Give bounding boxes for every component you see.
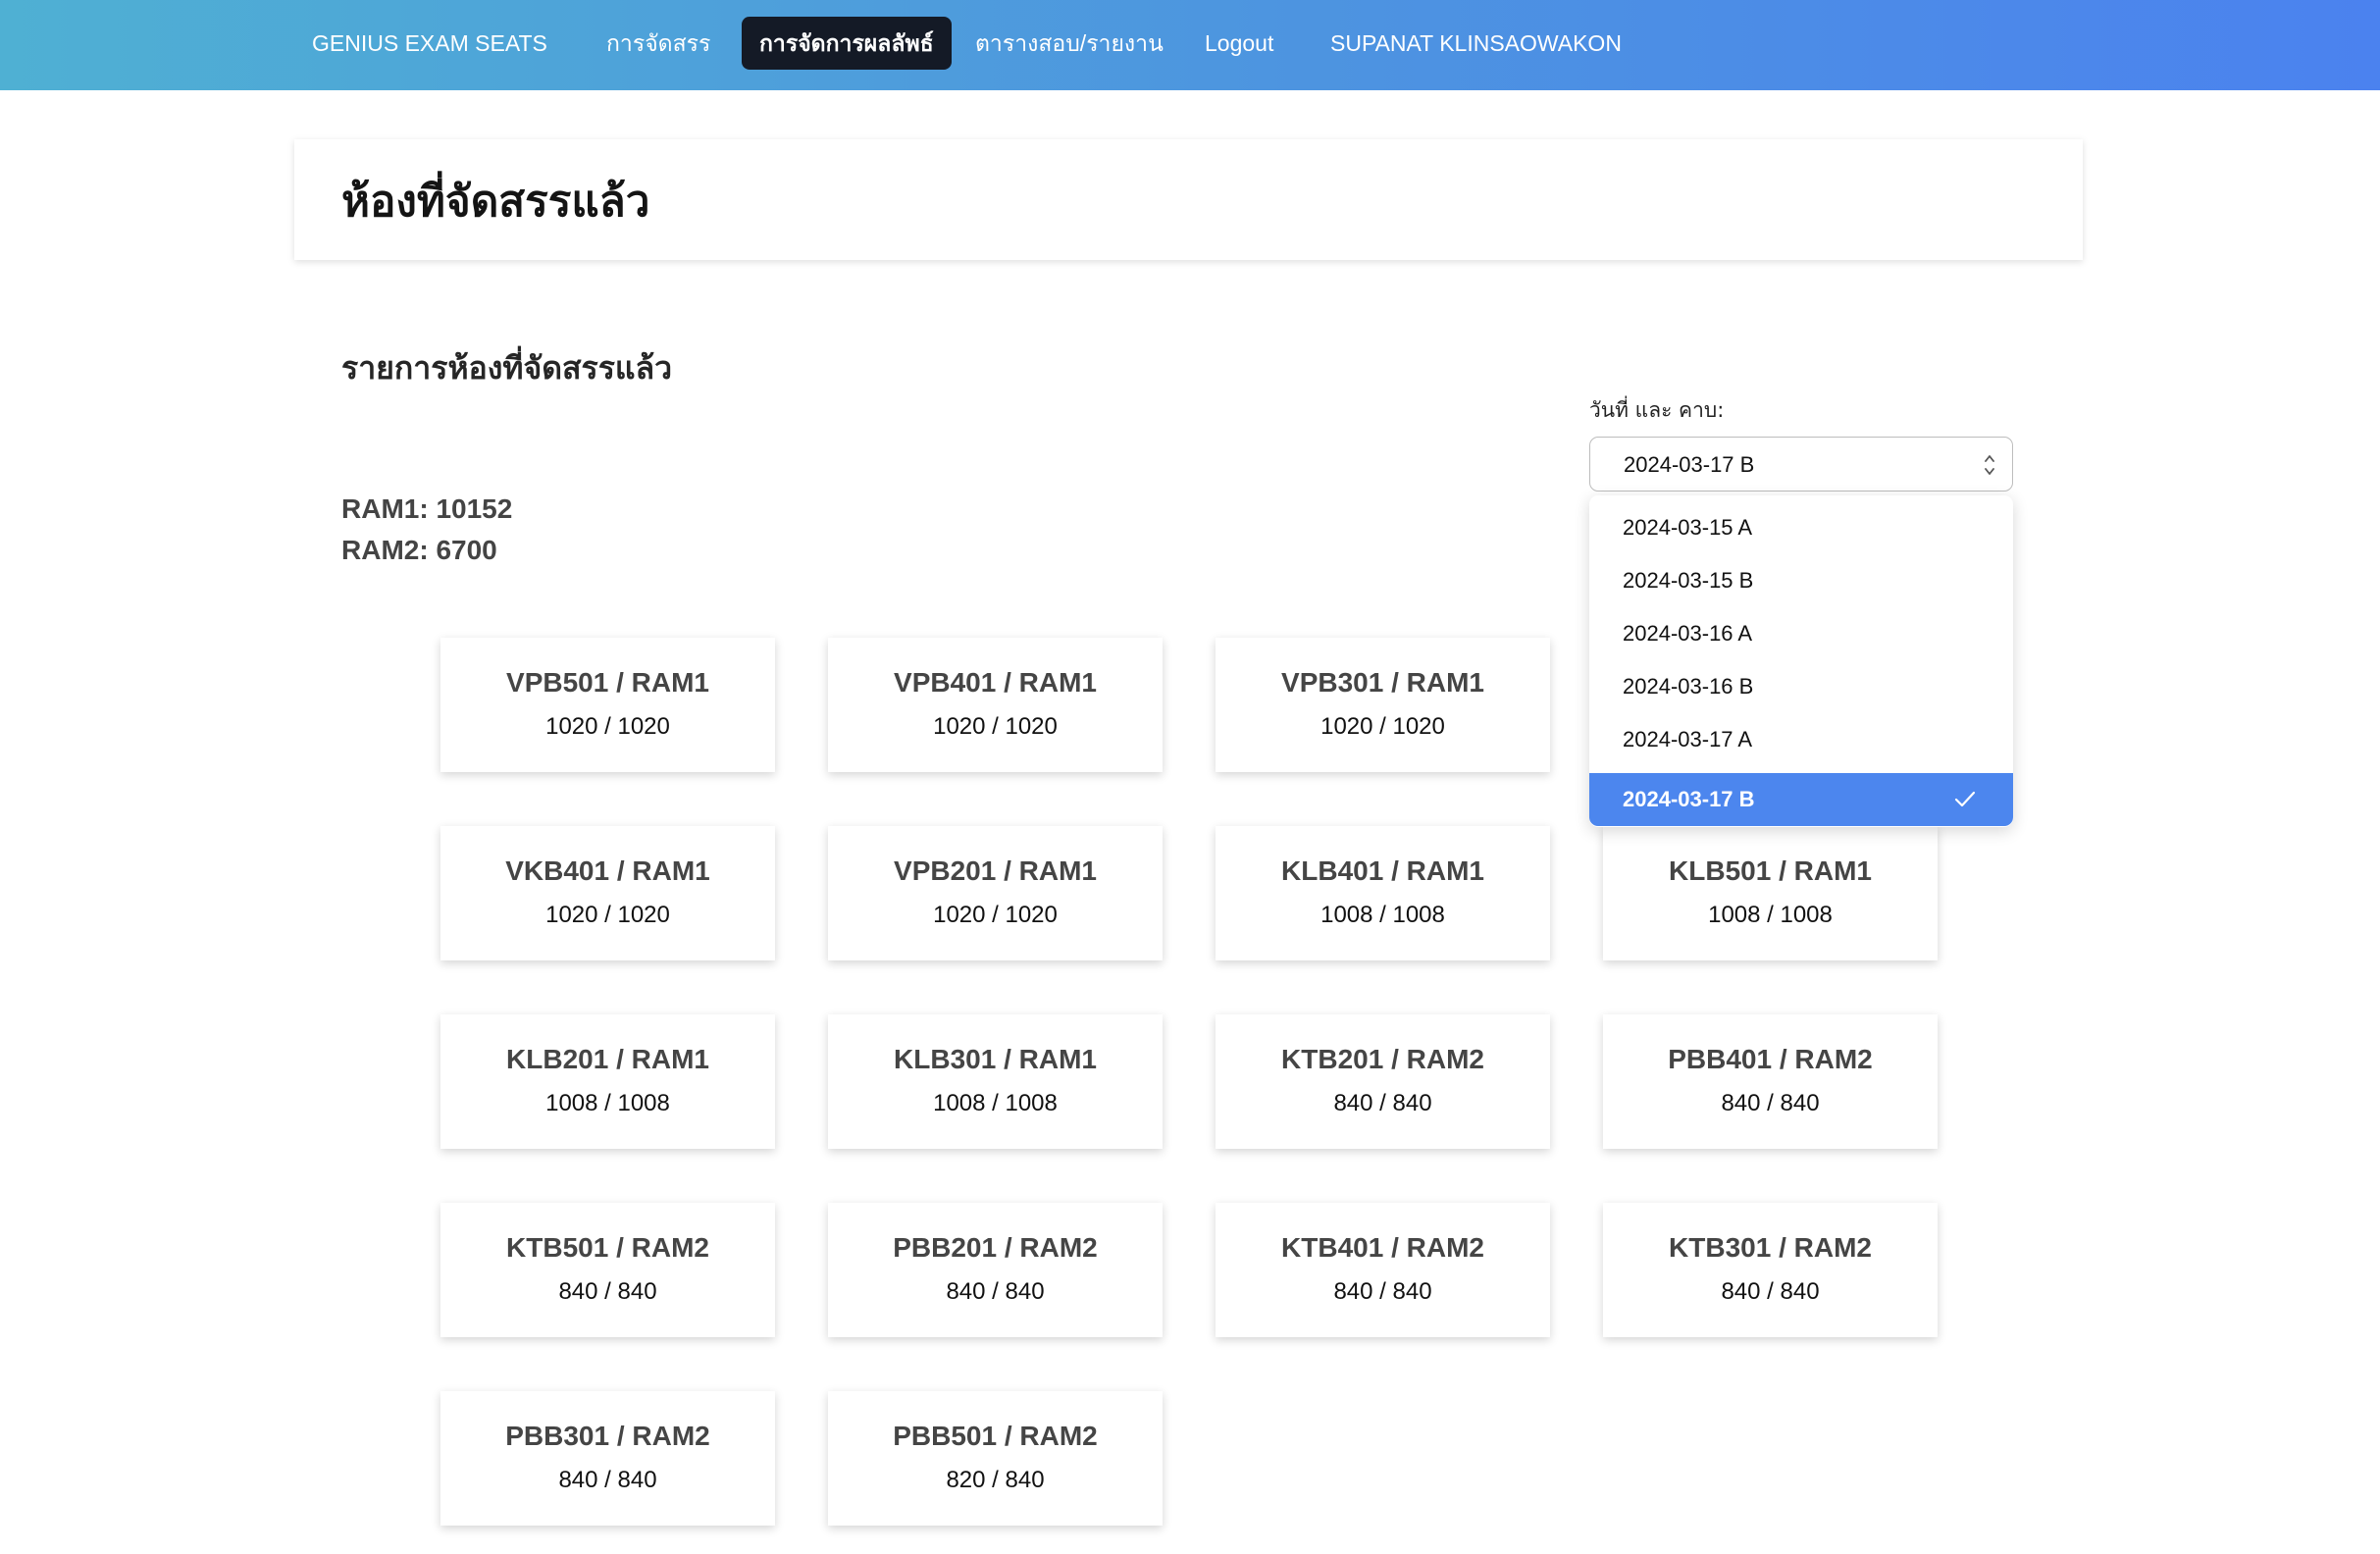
date-period-select[interactable]: 2024-03-17 B <box>1589 437 2013 492</box>
room-card[interactable]: PBB201 / RAM2 840 / 840 <box>828 1203 1163 1337</box>
room-name: KTB501 / RAM2 <box>506 1232 709 1263</box>
page-header-card: ห้องที่จัดสรรแล้ว <box>294 139 2083 260</box>
select-option-selected[interactable]: 2024-03-17 B <box>1589 773 2013 826</box>
select-option[interactable]: 2024-03-16 A <box>1589 607 2013 660</box>
room-name: KLB201 / RAM1 <box>506 1044 709 1074</box>
room-card[interactable]: VPB501 / RAM1 1020 / 1020 <box>440 638 775 772</box>
room-card[interactable]: KLB301 / RAM1 1008 / 1008 <box>828 1014 1163 1149</box>
user-name-link[interactable]: SUPANAT KLINSAOWAKON <box>1313 17 1639 70</box>
room-card[interactable]: KTB201 / RAM2 840 / 840 <box>1216 1014 1550 1149</box>
room-seat-count: 840 / 840 <box>558 1278 657 1305</box>
select-option[interactable]: 2024-03-15 A <box>1589 501 2013 554</box>
room-name: KTB401 / RAM2 <box>1281 1232 1484 1263</box>
room-seat-count: 1020 / 1020 <box>545 902 670 928</box>
select-option[interactable]: 2024-03-15 B <box>1589 554 2013 607</box>
room-seat-count: 820 / 840 <box>946 1467 1045 1493</box>
nav-manage-results[interactable]: การจัดการผลลัพธ์ <box>742 17 952 70</box>
room-card[interactable]: VPB401 / RAM1 1020 / 1020 <box>828 638 1163 772</box>
room-name: VPB401 / RAM1 <box>894 667 1097 698</box>
check-icon <box>1954 791 1976 807</box>
room-card[interactable]: KTB501 / RAM2 840 / 840 <box>440 1203 775 1337</box>
room-seat-count: 1020 / 1020 <box>933 713 1058 740</box>
room-name: VPB501 / RAM1 <box>506 667 709 698</box>
room-card[interactable]: KTB301 / RAM2 840 / 840 <box>1603 1203 1938 1337</box>
room-card[interactable]: KLB401 / RAM1 1008 / 1008 <box>1216 826 1550 960</box>
room-name: PBB301 / RAM2 <box>505 1421 710 1451</box>
room-name: PBB401 / RAM2 <box>1668 1044 1873 1074</box>
top-navbar: GENIUS EXAM SEATS การจัดสรร การจัดการผลล… <box>0 0 2380 90</box>
room-card[interactable]: KLB501 / RAM1 1008 / 1008 <box>1603 826 1938 960</box>
room-seat-count: 1008 / 1008 <box>545 1090 670 1116</box>
room-seat-count: 840 / 840 <box>1333 1278 1432 1305</box>
room-seat-count: 840 / 840 <box>1333 1090 1432 1116</box>
select-value: 2024-03-17 B <box>1624 452 1755 477</box>
room-seat-count: 1008 / 1008 <box>1320 902 1445 928</box>
logout-link[interactable]: Logout <box>1187 17 1291 70</box>
nav-schedule-report[interactable]: ตารางสอบ/รายงาน <box>957 17 1181 70</box>
room-card[interactable]: PBB401 / RAM2 840 / 840 <box>1603 1014 1938 1149</box>
room-name: VPB201 / RAM1 <box>894 855 1097 886</box>
brand-link[interactable]: GENIUS EXAM SEATS <box>294 17 565 70</box>
section-title: รายการห้องที่จัดสรรแล้ว <box>341 349 673 387</box>
room-seat-count: 1008 / 1008 <box>933 1090 1058 1116</box>
room-card[interactable]: VKB401 / RAM1 1020 / 1020 <box>440 826 775 960</box>
room-seat-count: 1020 / 1020 <box>545 713 670 740</box>
room-name: VKB401 / RAM1 <box>505 855 710 886</box>
room-name: PBB201 / RAM2 <box>893 1232 1098 1263</box>
room-card[interactable]: VPB201 / RAM1 1020 / 1020 <box>828 826 1163 960</box>
room-card[interactable]: PBB501 / RAM2 820 / 840 <box>828 1391 1163 1526</box>
room-card[interactable]: KLB201 / RAM1 1008 / 1008 <box>440 1014 775 1149</box>
room-name: KLB401 / RAM1 <box>1281 855 1484 886</box>
room-seat-count: 1020 / 1020 <box>1320 713 1445 740</box>
room-card[interactable]: PBB301 / RAM2 840 / 840 <box>440 1391 775 1526</box>
select-option[interactable]: 2024-03-17 A <box>1589 713 2013 766</box>
select-option[interactable]: 2024-03-16 B <box>1589 660 2013 713</box>
room-seat-count: 840 / 840 <box>558 1467 657 1493</box>
room-seat-count: 840 / 840 <box>1721 1278 1820 1305</box>
room-seat-count: 1020 / 1020 <box>933 902 1058 928</box>
nav-allocate[interactable]: การจัดสรร <box>589 17 728 70</box>
room-name: PBB501 / RAM2 <box>893 1421 1098 1451</box>
page-title: ห้องที่จัดสรรแล้ว <box>341 177 650 227</box>
room-name: KLB501 / RAM1 <box>1669 855 1872 886</box>
room-name: VPB301 / RAM1 <box>1281 667 1484 698</box>
date-period-dropdown: 2024-03-15 A 2024-03-15 B 2024-03-16 A 2… <box>1589 495 2013 827</box>
room-name: KTB201 / RAM2 <box>1281 1044 1484 1074</box>
room-seat-count: 840 / 840 <box>946 1278 1045 1305</box>
chevron-up-down-icon <box>1985 455 1994 475</box>
ram1-summary: RAM1: 10152 <box>341 493 513 524</box>
room-seat-count: 1008 / 1008 <box>1708 902 1833 928</box>
ram2-summary: RAM2: 6700 <box>341 535 497 565</box>
room-card[interactable]: VPB301 / RAM1 1020 / 1020 <box>1216 638 1550 772</box>
room-card[interactable]: KTB401 / RAM2 840 / 840 <box>1216 1203 1550 1337</box>
room-name: KLB301 / RAM1 <box>894 1044 1097 1074</box>
date-period-label: วันที่ และ คาบ: <box>1589 398 1725 422</box>
room-seat-count: 840 / 840 <box>1721 1090 1820 1116</box>
room-name: KTB301 / RAM2 <box>1669 1232 1872 1263</box>
